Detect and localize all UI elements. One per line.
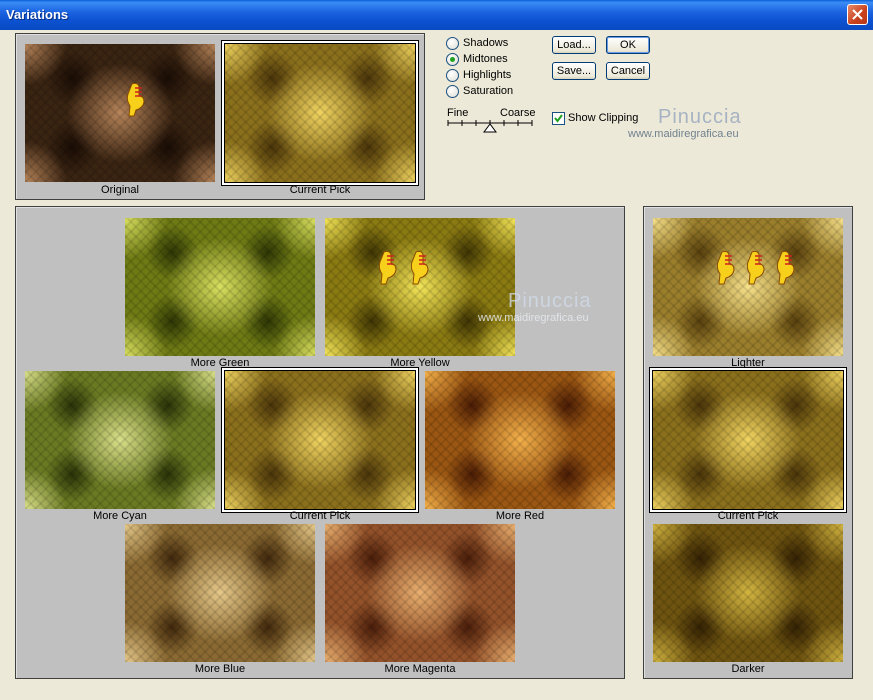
window-title: Variations <box>6 7 69 22</box>
lighter-thumbnail[interactable] <box>653 218 843 356</box>
current-pick-right-thumbnail[interactable] <box>652 370 844 510</box>
watermark-name: Pinuccia <box>658 106 742 128</box>
radio-label: Midtones <box>463 53 508 65</box>
watermark-url-center: www.maidiregrafica.eu <box>478 312 589 324</box>
more-red-caption: More Red <box>495 510 545 522</box>
slider-thumb-icon <box>483 123 497 133</box>
radio-circle[interactable] <box>446 84 459 98</box>
variations-dialog: Variations Original Current Pick Shadows… <box>0 0 873 700</box>
radio-circle[interactable] <box>446 68 459 82</box>
show-clipping-label: Show Clipping <box>568 112 639 124</box>
darker-caption: Darker <box>731 663 765 675</box>
cancel-button[interactable]: Cancel <box>606 62 650 80</box>
close-icon <box>852 9 863 20</box>
current-pick-right-caption: Current Pick <box>717 510 779 522</box>
current-pick-center-thumbnail[interactable] <box>224 370 416 510</box>
watermark-name-center: Pinuccia <box>508 290 592 312</box>
radio-label: Saturation <box>463 85 514 97</box>
more-cyan-thumbnail[interactable] <box>25 371 215 509</box>
more-magenta-thumbnail[interactable] <box>325 524 515 662</box>
radio-circle[interactable] <box>446 36 459 50</box>
title-bar[interactable]: Variations <box>0 0 873 30</box>
more-magenta-caption: More Magenta <box>384 663 456 675</box>
slider-coarse-label: Coarse <box>500 107 536 119</box>
pointing-hand-icon <box>126 82 145 117</box>
more-green-caption: More Green <box>190 357 250 369</box>
radio-highlights[interactable]: Highlights <box>446 68 511 82</box>
pointing-hand-icon <box>410 250 429 285</box>
more-green-thumbnail[interactable] <box>125 218 315 356</box>
close-button[interactable] <box>847 4 868 25</box>
show-clipping-checkbox[interactable] <box>552 112 565 125</box>
radio-label: Highlights <box>463 69 512 81</box>
original-thumbnail <box>25 44 215 182</box>
more-red-thumbnail[interactable] <box>425 371 615 509</box>
pointing-hand-icon <box>378 250 397 285</box>
darker-thumbnail[interactable] <box>653 524 843 662</box>
load-button[interactable]: Load... <box>552 36 596 54</box>
current-pick-center-caption: Current Pick <box>289 510 351 522</box>
lighter-caption: Lighter <box>731 357 765 369</box>
pointing-hand-icon <box>716 250 735 285</box>
pointing-hand-icon <box>746 250 765 285</box>
pointing-hand-icon <box>776 250 795 285</box>
radio-circle[interactable] <box>446 52 459 66</box>
more-yellow-thumbnail[interactable] <box>325 218 515 356</box>
more-blue-caption: More Blue <box>194 663 246 675</box>
ok-button[interactable]: OK <box>606 36 650 54</box>
more-cyan-caption: More Cyan <box>93 510 147 522</box>
fine-coarse-slider[interactable] <box>446 119 536 135</box>
original-caption: Original <box>101 184 139 196</box>
more-yellow-caption: More Yellow <box>390 357 450 369</box>
check-icon <box>554 114 563 123</box>
current-pick-top-caption: Current Pick <box>289 184 351 196</box>
current-pick-top-thumbnail[interactable] <box>224 43 416 183</box>
more-blue-thumbnail[interactable] <box>125 524 315 662</box>
slider-fine-label: Fine <box>447 107 469 119</box>
radio-label: Shadows <box>463 37 509 49</box>
radio-saturation[interactable]: Saturation <box>446 84 513 98</box>
watermark-url: www.maidiregrafica.eu <box>628 128 739 140</box>
save-button[interactable]: Save... <box>552 62 596 80</box>
radio-midtones[interactable]: Midtones <box>446 52 508 66</box>
radio-shadows[interactable]: Shadows <box>446 36 508 50</box>
